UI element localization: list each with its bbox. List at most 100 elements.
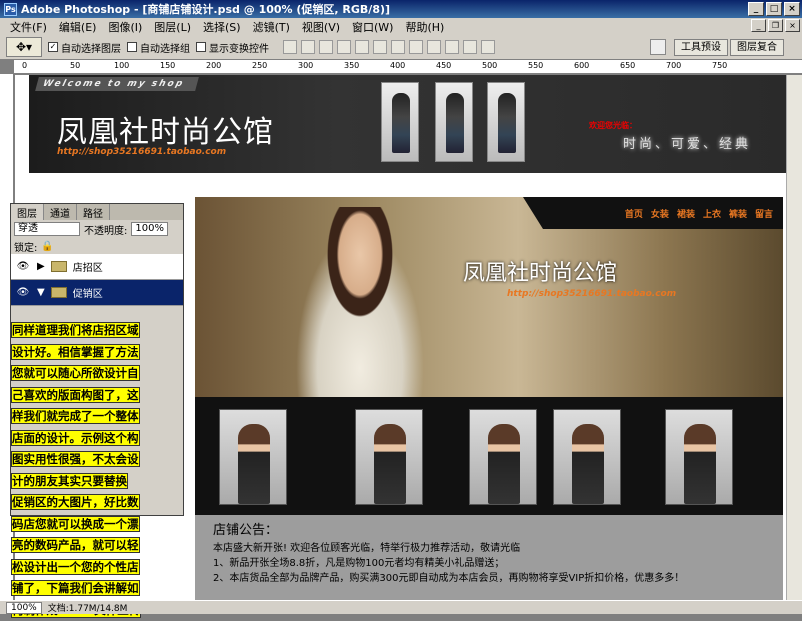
- zoom-field[interactable]: 100%: [6, 601, 42, 614]
- doc-minimize-button[interactable]: _: [751, 19, 766, 32]
- nav-message[interactable]: 留言: [755, 207, 773, 220]
- nav-women[interactable]: 女装: [651, 207, 669, 220]
- expand-arrow-icon[interactable]: ▶: [37, 261, 45, 272]
- product-strip: [195, 397, 783, 515]
- blend-mode-select[interactable]: 穿透: [14, 222, 80, 236]
- product-photo: [553, 409, 621, 505]
- lock-label: 锁定:: [14, 242, 38, 254]
- options-bar: ✥▾ ✓ 自动选择图层 自动选择组 显示变换控件 工具预设 图层复合: [0, 35, 802, 60]
- menu-select[interactable]: 选择(S): [197, 19, 247, 35]
- show-transform-checkbox[interactable]: 显示变换控件: [196, 40, 269, 55]
- ruler-tick: 650: [620, 61, 636, 70]
- menu-help[interactable]: 帮助(H): [399, 19, 450, 35]
- auto-select-checkbox[interactable]: ✓ 自动选择图层: [48, 40, 121, 55]
- nav-tops[interactable]: 上衣: [703, 207, 721, 220]
- menu-filter[interactable]: 滤镜(T): [247, 19, 296, 35]
- hero-url: http://shop35216691.taobao.com: [507, 289, 677, 299]
- welcome-text: 欢迎您光临：: [589, 121, 637, 130]
- palette-well-icon[interactable]: [650, 39, 666, 55]
- overlay-line: 设计好。相信掌握了方法: [12, 344, 139, 359]
- overlay-line: 亮的数码产品，就可以轻: [12, 538, 139, 552]
- align-buttons: [283, 40, 495, 54]
- nav-home[interactable]: 首页: [625, 207, 643, 220]
- ruler-tick: 450: [436, 61, 452, 70]
- distribute-hcenter-icon[interactable]: [463, 40, 477, 54]
- doc-restore-button[interactable]: ❐: [768, 19, 783, 32]
- overlay-line: 您就可以随心所欲设计自: [12, 366, 139, 380]
- lock-row: 锁定: 🔒: [11, 238, 183, 254]
- nav-dresses[interactable]: 裙装: [677, 207, 695, 220]
- menu-image[interactable]: 图像(I): [102, 19, 148, 35]
- overlay-line: 计的朋友其实只要替换: [12, 473, 127, 488]
- align-hcenter-icon[interactable]: [355, 40, 369, 54]
- align-top-icon[interactable]: [283, 40, 297, 54]
- menu-layer[interactable]: 图层(L): [148, 19, 197, 35]
- tab-paths[interactable]: 路径: [77, 204, 110, 220]
- distribute-vcenter-icon[interactable]: [409, 40, 423, 54]
- nav-pants[interactable]: 裤装: [729, 207, 747, 220]
- shop-logo: 凤凰社时尚公馆: [57, 115, 274, 150]
- maximize-button[interactable]: □: [766, 2, 782, 16]
- menu-window[interactable]: 窗口(W): [346, 19, 399, 35]
- shop-banner: Welcome to my shop 凤凰社时尚公馆 http://shop35…: [29, 75, 797, 173]
- ruler-tick: 150: [160, 61, 176, 70]
- distribute-right-icon[interactable]: [481, 40, 495, 54]
- notice-line: 2、本店货品全部为品牌产品，购买满300元即自动成为本店会员，再购物将享受VIP…: [213, 573, 685, 584]
- align-bottom-icon[interactable]: [319, 40, 333, 54]
- menu-file[interactable]: 文件(F): [4, 19, 53, 35]
- notice-line: 1、新品开张全场8.8折，凡是购物100元者均有精美小礼品赠送；: [213, 558, 505, 569]
- photoshop-icon: Ps: [4, 2, 17, 16]
- overlay-line: 铺了，下篇我们会讲解如: [12, 581, 139, 595]
- layer-comps-tab[interactable]: 图层复合: [730, 39, 784, 56]
- layer-row-selected[interactable]: 👁 ▼ 促销区: [11, 280, 183, 306]
- visibility-eye-icon[interactable]: 👁: [15, 287, 31, 298]
- menu-view[interactable]: 视图(V): [296, 19, 346, 35]
- shop-notice: 店铺公告： 本店盛大新开张! 欢迎各位顾客光临，特举行极力推荐活动，敬请光临 1…: [195, 515, 783, 600]
- ruler-tick: 500: [482, 61, 498, 70]
- checkbox-checked-icon: ✓: [48, 42, 58, 52]
- layer-name: 店招区: [72, 263, 103, 274]
- overlay-line: 松设计出一个您的个性店: [12, 559, 139, 574]
- move-tool-icon[interactable]: ✥▾: [6, 37, 42, 57]
- ruler-tick: 100: [114, 61, 130, 70]
- menu-bar: 文件(F) 编辑(E) 图像(I) 图层(L) 选择(S) 滤镜(T) 视图(V…: [0, 18, 802, 35]
- ruler-tick: 0: [22, 61, 28, 70]
- shop-slogan: 时尚、可爱、经典: [623, 137, 752, 152]
- overlay-line: 店面的设计。示例这个构: [12, 430, 139, 445]
- ruler-tick: 300: [298, 61, 314, 70]
- align-right-icon[interactable]: [373, 40, 387, 54]
- tab-layers[interactable]: 图层: [11, 204, 44, 220]
- menu-edit[interactable]: 编辑(E): [53, 19, 103, 35]
- distribute-bottom-icon[interactable]: [427, 40, 441, 54]
- ruler-tick: 250: [252, 61, 268, 70]
- tool-presets-tab[interactable]: 工具预设: [674, 39, 728, 56]
- doc-close-button[interactable]: ×: [785, 19, 800, 32]
- notice-line: 本店盛大新开张! 欢迎各位顾客光临，特举行极力推荐活动，敬请光临: [213, 543, 521, 554]
- vertical-scrollbar[interactable]: [786, 75, 802, 600]
- overlay-line: 促销区的大图片，好比数: [12, 495, 139, 509]
- opacity-input[interactable]: 100%: [131, 222, 168, 236]
- distribute-left-icon[interactable]: [445, 40, 459, 54]
- horizontal-ruler: 0 50 100 150 200 250 300 350 400 450 500…: [14, 60, 802, 74]
- close-button[interactable]: ×: [784, 2, 800, 16]
- layer-row[interactable]: 👁 ▶ 店招区: [11, 254, 183, 280]
- overlay-line: 样我们就完成了一个整体: [12, 409, 139, 423]
- minimize-button[interactable]: _: [748, 2, 764, 16]
- overlay-line: 己喜欢的版面构图了，这: [12, 387, 139, 402]
- welcome-tag: Welcome to my shop: [35, 77, 199, 91]
- collapse-arrow-icon[interactable]: ▼: [37, 287, 45, 298]
- hero-logo: 凤凰社时尚公馆: [463, 261, 618, 286]
- title-bar: Ps Adobe Photoshop - [商铺店铺设计.psd @ 100% …: [0, 0, 802, 18]
- shop-url: http://shop35216691.taobao.com: [57, 147, 227, 157]
- ruler-tick: 700: [666, 61, 682, 70]
- align-left-icon[interactable]: [337, 40, 351, 54]
- visibility-eye-icon[interactable]: 👁: [15, 261, 31, 272]
- promo-hero-image: 首页 女装 裙装 上衣 裤装 留言 凤凰社时尚公馆 http://shop352…: [195, 197, 783, 397]
- tab-channels[interactable]: 通道: [44, 204, 77, 220]
- distribute-top-icon[interactable]: [391, 40, 405, 54]
- product-photo: [219, 409, 287, 505]
- lock-icon[interactable]: 🔒: [41, 241, 53, 252]
- auto-select-group-checkbox[interactable]: 自动选择组: [127, 40, 190, 55]
- align-vcenter-icon[interactable]: [301, 40, 315, 54]
- doc-size[interactable]: 文档:1.77M/14.8M: [48, 601, 128, 614]
